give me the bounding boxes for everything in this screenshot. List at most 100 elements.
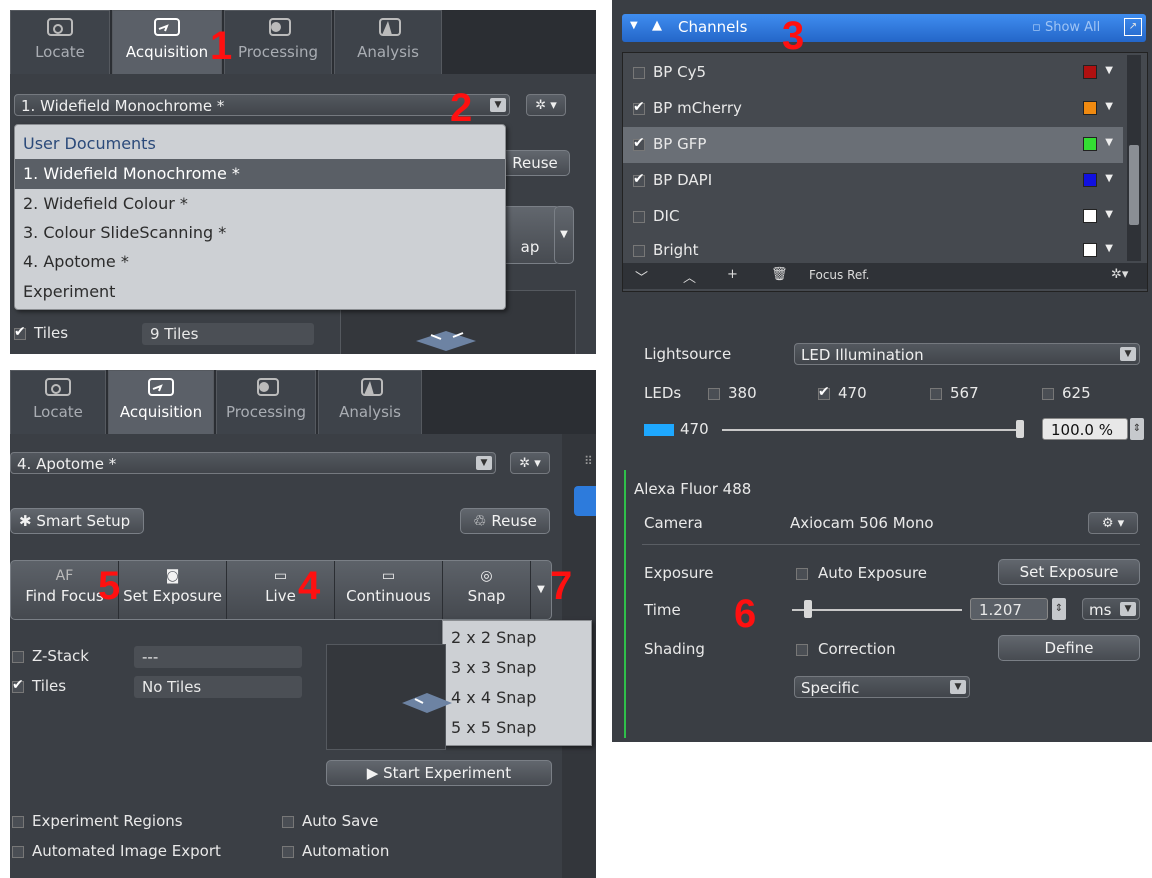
continuous-button[interactable]: ▭ Continuous <box>335 561 443 619</box>
chevron-down-icon[interactable]: ▼ <box>1105 243 1113 254</box>
exposure-time-spinner[interactable]: ⇕ <box>1052 598 1066 620</box>
snap-button[interactable]: ◎ Snap <box>443 561 531 619</box>
smart-setup-button[interactable]: ✱ Smart Setup <box>10 508 144 534</box>
channel-checkbox[interactable] <box>633 211 645 223</box>
lightsource-select[interactable]: LED Illumination ▼ <box>794 343 1140 365</box>
tab-analysis[interactable]: Analysis <box>334 10 442 74</box>
channel-color-swatch[interactable] <box>1083 173 1097 187</box>
channel-checkbox[interactable] <box>633 135 645 151</box>
tiles-checkbox[interactable] <box>14 324 26 340</box>
show-all-toggle[interactable]: ▫ Show All <box>1032 20 1100 35</box>
set-exposure-button[interactable]: Set Exposure <box>998 559 1140 585</box>
shading-mode-select[interactable]: Specific ▼ <box>794 676 970 698</box>
exposure-time-slider-handle[interactable] <box>804 600 812 618</box>
channel-checkbox[interactable] <box>633 99 645 115</box>
tab-locate[interactable]: Locate <box>10 370 106 434</box>
channel-row[interactable]: BP mCherry ▼ <box>623 91 1123 128</box>
reuse-button[interactable]: Reuse <box>500 150 570 176</box>
time-unit-select[interactable]: ms ▼ <box>1082 598 1140 620</box>
snap-menu-item[interactable]: 4 x 4 Snap <box>443 683 591 713</box>
chevron-down-icon[interactable]: ▼ <box>476 456 492 470</box>
channel-color-swatch[interactable] <box>1083 101 1097 115</box>
tab-analysis[interactable]: Analysis <box>318 370 422 434</box>
channel-checkbox[interactable] <box>633 245 645 257</box>
popout-icon[interactable]: ↗ <box>1124 18 1142 36</box>
snap-menu-item[interactable]: 5 x 5 Snap <box>443 713 591 743</box>
gear-icon[interactable]: ✲ ▾ <box>510 452 550 474</box>
automation-checkbox[interactable] <box>282 846 294 858</box>
dropdown-item[interactable]: 2. Widefield Colour * <box>15 189 505 219</box>
start-experiment-button[interactable]: ▶ Start Experiment <box>326 760 552 786</box>
channel-color-swatch[interactable] <box>1083 137 1097 151</box>
channel-color-swatch[interactable] <box>1083 65 1097 79</box>
dropdown-item[interactable]: 3. Colour SlideScanning * <box>15 218 505 248</box>
tab-acquisition[interactable]: Acquisition <box>108 370 214 434</box>
led-625-checkbox[interactable] <box>1042 388 1054 400</box>
channel-checkbox[interactable] <box>633 171 645 187</box>
chevron-down-icon[interactable]: ▼ <box>1120 602 1136 616</box>
exposure-time-field[interactable]: 1.207 <box>970 598 1048 620</box>
led-380-checkbox[interactable] <box>708 388 720 400</box>
collapse-icon[interactable]: ▼ <box>630 20 638 31</box>
trash-icon[interactable]: 🗑 <box>771 267 788 282</box>
chevron-down-icon[interactable]: ▼ <box>1120 347 1136 361</box>
led-470-checkbox[interactable] <box>818 384 830 400</box>
reuse-button[interactable]: ♲ Reuse <box>460 508 550 534</box>
zstack-checkbox[interactable] <box>12 651 24 663</box>
gear-icon[interactable]: ✲▾ <box>1111 267 1128 282</box>
chevron-down-icon[interactable]: ▼ <box>1105 65 1113 76</box>
channel-row[interactable]: BP Cy5 ▼ <box>623 55 1123 92</box>
snap-options-button[interactable]: ▼ <box>531 561 551 619</box>
led-intensity-field[interactable]: 100.0 % <box>1042 418 1128 440</box>
camera-settings-button[interactable]: ⚙ ▾ <box>1088 512 1138 534</box>
channels-header[interactable]: ▼ ▲ Channels ▫ Show All ↗ <box>622 14 1146 42</box>
snap-options-button[interactable]: ▼ <box>554 206 574 264</box>
snap-menu-item[interactable]: 3 x 3 Snap <box>443 653 591 683</box>
focus-ref-button[interactable]: Focus Ref. <box>809 268 869 282</box>
tab-acquisition[interactable]: Acquisition <box>112 10 222 74</box>
document-select[interactable]: 4. Apotome * ▼ <box>10 452 496 474</box>
scrollbar-thumb[interactable] <box>1129 145 1139 225</box>
led-intensity-slider-handle[interactable] <box>1016 420 1024 438</box>
tab-locate[interactable]: Locate <box>10 10 110 74</box>
gear-icon[interactable]: ✲ ▾ <box>526 94 566 116</box>
chevron-down-icon[interactable]: ▼ <box>1105 101 1113 112</box>
tab-processing[interactable]: Processing <box>224 10 332 74</box>
channel-row[interactable]: BP DAPI ▼ <box>623 163 1123 200</box>
exposure-time-slider-track[interactable] <box>792 609 962 611</box>
chevron-down-icon[interactable]: ▼ <box>1105 137 1113 148</box>
dropdown-item[interactable]: Experiment <box>15 277 505 307</box>
set-exposure-button[interactable]: ◙ Set Exposure <box>119 561 227 619</box>
auto-exposure-checkbox[interactable] <box>796 568 808 580</box>
snap-button-partial[interactable]: ap <box>500 206 560 264</box>
led-567-checkbox[interactable] <box>930 388 942 400</box>
experiment-regions-checkbox[interactable] <box>12 816 24 828</box>
snap-menu-item[interactable]: 2 x 2 Snap <box>443 623 591 653</box>
channel-color-swatch[interactable] <box>1083 243 1097 257</box>
tab-processing[interactable]: Processing <box>216 370 316 434</box>
channel-list-scrollbar[interactable] <box>1127 55 1141 261</box>
correction-checkbox[interactable] <box>796 644 808 656</box>
channel-checkbox[interactable] <box>633 67 645 79</box>
chevron-down-icon[interactable]: ▼ <box>1105 209 1113 220</box>
channel-color-swatch[interactable] <box>1083 209 1097 223</box>
automated-image-export-checkbox[interactable] <box>12 846 24 858</box>
move-down-icon[interactable]: ﹀ <box>635 267 648 286</box>
add-channel-icon[interactable]: + <box>727 267 738 282</box>
chevron-down-icon[interactable]: ▼ <box>490 98 506 112</box>
auto-save-checkbox[interactable] <box>282 816 294 828</box>
document-select[interactable]: 1. Widefield Monochrome * ▼ <box>14 94 510 116</box>
dropdown-item[interactable]: 1. Widefield Monochrome * <box>15 159 505 189</box>
led-intensity-spinner[interactable]: ⇕ <box>1130 418 1144 440</box>
move-up-icon[interactable]: ︿ <box>683 267 696 286</box>
led-intensity-slider-track[interactable] <box>722 429 1022 431</box>
channel-row[interactable]: BP GFP ▼ <box>623 127 1123 164</box>
define-button[interactable]: Define <box>998 635 1140 661</box>
chevron-down-icon[interactable]: ▼ <box>950 680 966 694</box>
tiles-checkbox[interactable] <box>12 677 24 693</box>
chevron-down-icon[interactable]: ▼ <box>1105 173 1113 184</box>
channel-row[interactable]: Bright ▼ <box>623 235 1123 264</box>
side-tab-indicator[interactable] <box>574 486 596 516</box>
channel-row[interactable]: DIC ▼ <box>623 199 1123 236</box>
dropdown-item[interactable]: 4. Apotome * <box>15 247 505 277</box>
